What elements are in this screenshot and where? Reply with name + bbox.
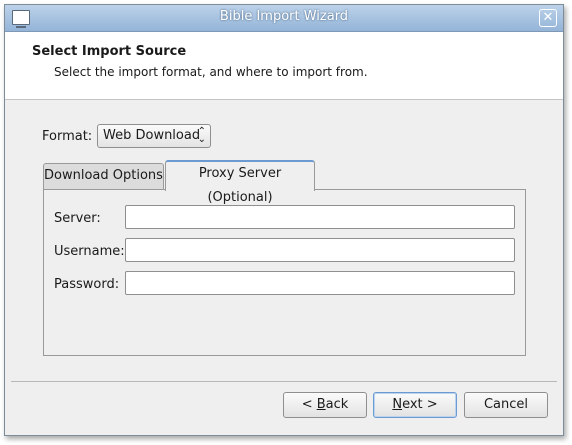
page-title: Select Import Source [32,44,187,59]
back-prefix: < [301,397,317,412]
next-button[interactable]: Next > [373,392,457,418]
next-mnemonic: N [392,397,403,412]
wizard-header: Select Import Source Select the import f… [5,32,563,100]
format-select[interactable]: Web Download ⌃ ⌄ [97,124,211,148]
title-bar[interactable]: Bible Import Wizard ✕ [5,5,563,32]
tab-proxy-server[interactable]: Proxy Server (Optional) [165,160,315,205]
page-subtitle: Select the import format, and where to i… [54,65,368,79]
format-label: Format: [42,129,93,144]
format-selected-value: Web Download [103,128,201,143]
username-label: Username: [54,244,125,259]
back-rest: ack [325,397,349,412]
window-title: Bible Import Wizard [219,9,349,24]
password-input[interactable] [125,271,515,295]
username-input[interactable] [125,238,515,262]
server-label: Server: [54,211,101,226]
back-mnemonic: B [316,397,326,412]
back-button[interactable]: < Back [283,392,367,418]
next-rest: ext > [402,397,438,412]
select-arrows-icon: ⌃ ⌄ [197,126,206,145]
tab-download-options[interactable]: Download Options [43,163,164,189]
server-input[interactable] [125,205,515,229]
close-icon[interactable]: ✕ [539,9,557,27]
wizard-window: Bible Import Wizard ✕ Select Import Sour… [4,4,564,436]
cancel-button[interactable]: Cancel [464,392,548,418]
proxy-tab-panel: Server: Username: Password: [43,189,526,356]
button-separator [11,381,557,382]
password-label: Password: [54,277,120,292]
